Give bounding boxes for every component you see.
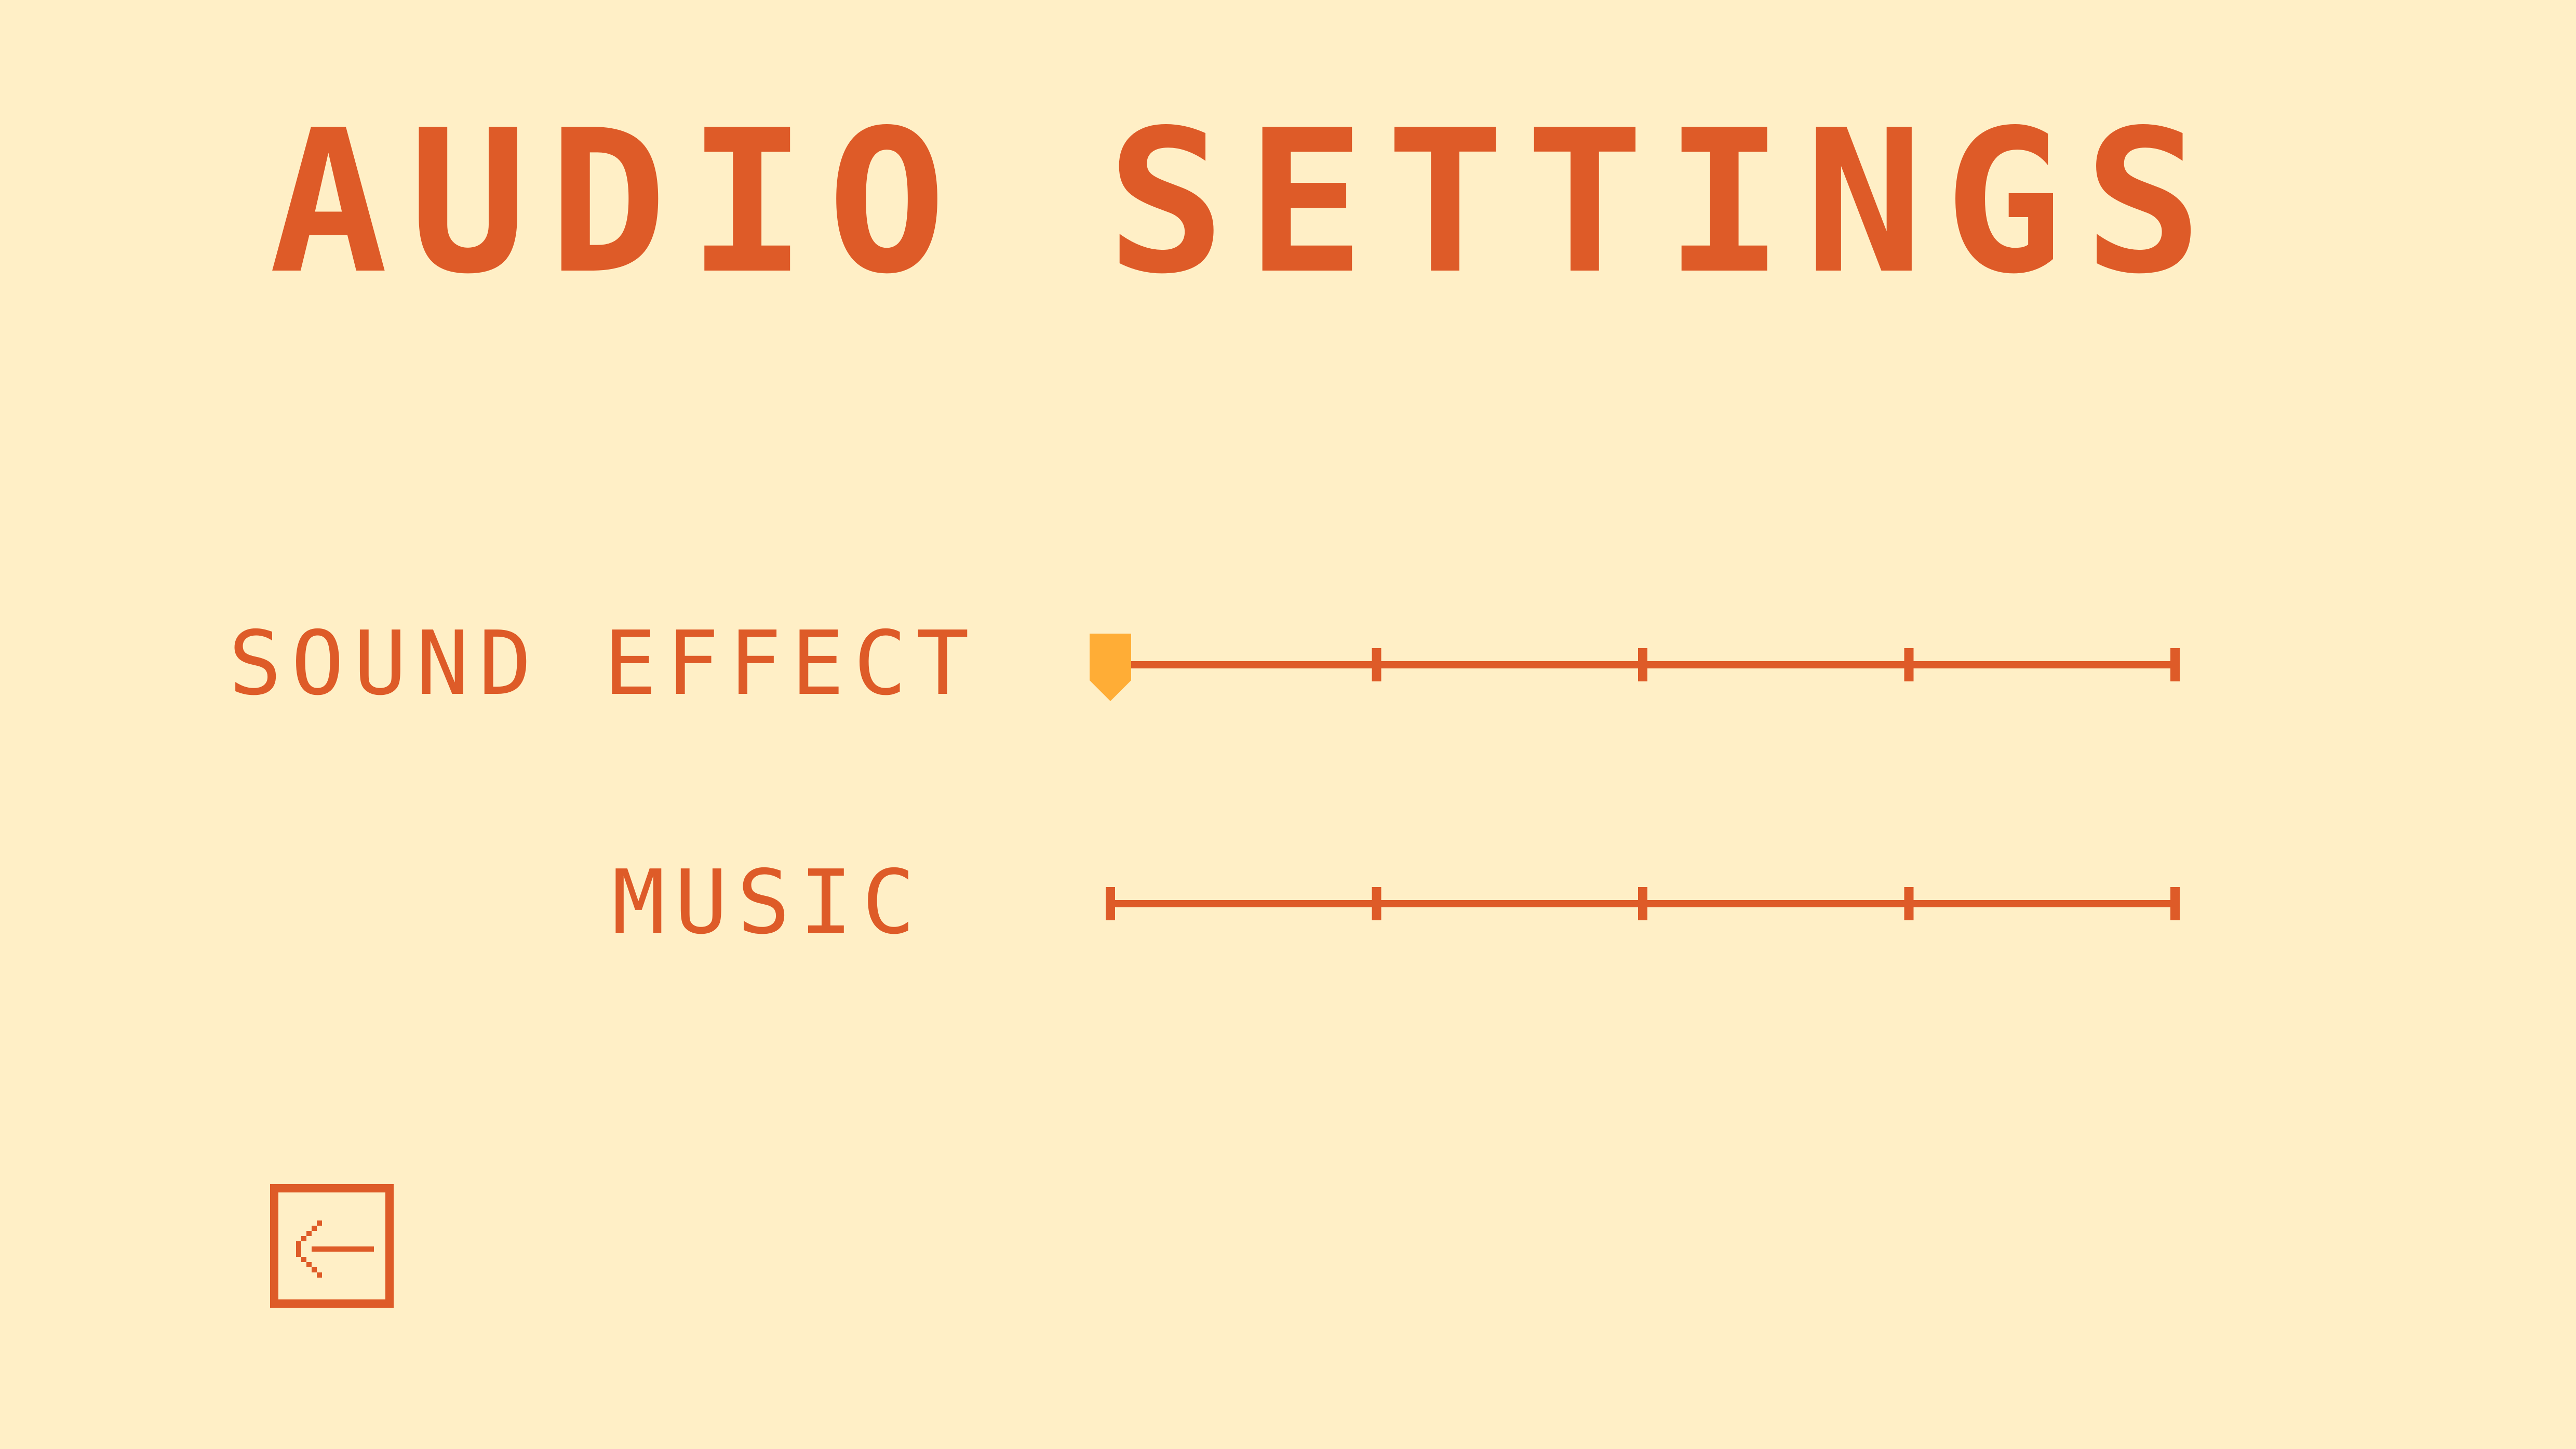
- page-title: AUDIO SETTINGS: [269, 87, 2223, 317]
- slider-tick: [1638, 648, 1647, 681]
- slider-track[interactable]: [1090, 634, 2181, 701]
- sound-effect-slider[interactable]: [1090, 634, 2181, 701]
- sound-effect-label: SOUND EFFECT: [229, 612, 979, 715]
- slider-knob[interactable]: [1090, 634, 1131, 701]
- slider-tick: [1372, 648, 1381, 681]
- slider-track[interactable]: [1091, 878, 2181, 930]
- music-slider[interactable]: [1091, 878, 2181, 930]
- music-label: MUSIC: [612, 851, 924, 954]
- slider-tick: [2170, 887, 2180, 920]
- slider-tick: [1372, 887, 1381, 920]
- arrow-left-icon: [296, 1220, 374, 1278]
- slider-tick: [1638, 887, 1647, 920]
- back-button[interactable]: [270, 1184, 394, 1308]
- slider-tick: [1904, 887, 1914, 920]
- slider-tick: [1106, 887, 1115, 920]
- slider-tick: [1904, 648, 1914, 681]
- slider-tick: [2170, 648, 2180, 681]
